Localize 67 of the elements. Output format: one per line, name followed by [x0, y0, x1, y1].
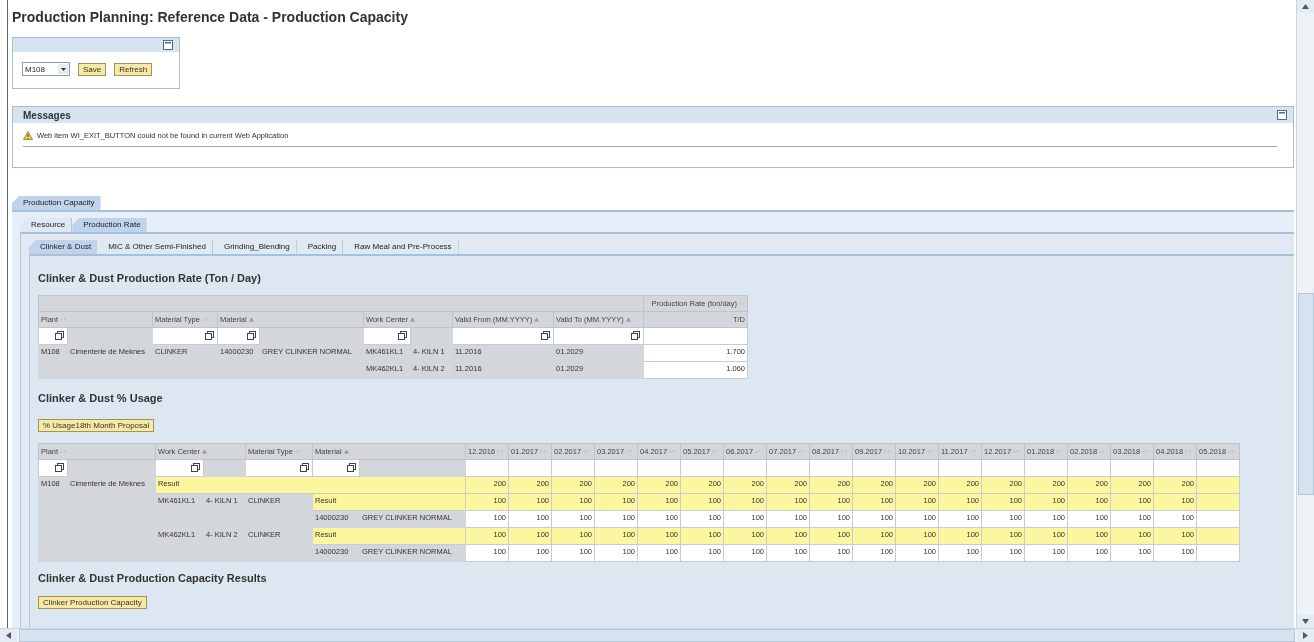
sort-ascending-icon[interactable]	[625, 317, 631, 322]
sort-icon[interactable]	[739, 301, 745, 306]
overlapping-squares-icon[interactable]	[247, 330, 256, 340]
overlapping-squares-icon[interactable]	[205, 330, 214, 340]
overlapping-squares-icon[interactable]	[541, 330, 550, 340]
sort-icon[interactable]	[540, 449, 547, 454]
sort-ascending-icon[interactable]	[409, 317, 415, 322]
arrow-up-icon	[1302, 4, 1309, 9]
sort-icon[interactable]	[841, 449, 848, 454]
tab[interactable]: Clinker & Dust	[29, 240, 98, 254]
arrow-down-icon	[1302, 619, 1309, 624]
overlapping-squares-icon[interactable]	[55, 330, 64, 340]
toolbar-button[interactable]: Refresh	[114, 62, 153, 76]
tab[interactable]: Resource	[20, 218, 73, 232]
sort-icon[interactable]	[1185, 449, 1192, 454]
section-title: Clinker & Dust Production Rate (Ton / Day)	[38, 272, 262, 284]
sort-icon[interactable]	[497, 449, 504, 454]
scroll-right-button[interactable]	[1297, 629, 1314, 642]
section-title: Clinker & Dust Production Capacity Results	[38, 572, 268, 584]
overlapping-squares-icon[interactable]	[191, 462, 200, 472]
page-title: Production Planning: Reference Data - Production Capacity	[12, 8, 409, 25]
sort-ascending-icon[interactable]	[534, 317, 540, 322]
panel-title: Messages	[23, 109, 71, 121]
plant-dropdown[interactable]: M108	[22, 62, 70, 76]
scrollbar-thumb[interactable]	[1297, 293, 1314, 495]
warning-icon	[23, 131, 33, 140]
minimize-icon[interactable]	[1277, 110, 1287, 120]
sort-icon[interactable]	[712, 449, 719, 454]
sort-icon[interactable]	[60, 449, 67, 454]
sort-icon[interactable]	[626, 449, 633, 454]
section-title: Clinker & Dust % Usage	[38, 392, 164, 404]
arrow-left-icon	[6, 632, 11, 639]
sort-icon[interactable]	[927, 449, 934, 454]
sort-ascending-icon[interactable]	[201, 449, 207, 454]
overlapping-squares-icon[interactable]	[347, 462, 356, 472]
caret-icon	[58, 64, 69, 74]
sort-icon[interactable]	[583, 449, 590, 454]
overlapping-squares-icon[interactable]	[55, 462, 64, 472]
sort-icon[interactable]	[969, 449, 976, 454]
tab[interactable]: Production Rate	[72, 218, 147, 232]
scroll-left-button[interactable]	[0, 629, 17, 642]
capacity-button[interactable]: Clinker Production Capacity	[38, 596, 147, 609]
sort-icon[interactable]	[60, 317, 67, 322]
overlapping-squares-icon[interactable]	[300, 462, 309, 472]
sort-icon[interactable]	[1013, 449, 1020, 454]
sort-icon[interactable]	[201, 317, 208, 322]
toolbar-button[interactable]: Save	[78, 62, 107, 76]
scroll-up-button[interactable]	[1297, 0, 1314, 13]
sort-icon[interactable]	[755, 449, 762, 454]
sort-icon[interactable]	[1099, 449, 1106, 454]
vertical-scrollbar[interactable]	[1296, 0, 1314, 628]
sort-icon[interactable]	[1228, 449, 1235, 454]
sort-ascending-icon[interactable]	[343, 449, 349, 454]
sort-ascending-icon[interactable]	[248, 317, 254, 322]
sort-icon[interactable]	[294, 449, 301, 454]
overlapping-squares-icon[interactable]	[398, 330, 407, 340]
minimize-icon[interactable]	[163, 40, 173, 50]
sort-icon[interactable]	[1142, 449, 1149, 454]
sort-icon[interactable]	[669, 449, 676, 454]
proposal-button[interactable]: % Usage18th Month Proposal	[38, 419, 155, 432]
arrow-right-icon	[1303, 632, 1308, 639]
scroll-down-button[interactable]	[1297, 615, 1314, 628]
overlapping-squares-icon[interactable]	[631, 330, 640, 340]
sort-icon[interactable]	[798, 449, 805, 454]
tab[interactable]: Production Capacity	[12, 196, 101, 210]
sort-icon[interactable]	[1056, 449, 1063, 454]
sort-icon[interactable]	[884, 449, 891, 454]
